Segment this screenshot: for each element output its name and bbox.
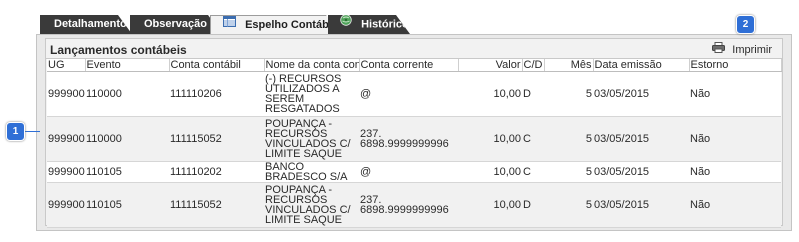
cell-evento: 110105	[85, 161, 169, 183]
cell-ug: 999900	[47, 116, 85, 162]
cell-estorno: Não	[689, 161, 781, 183]
print-label: Imprimir	[732, 43, 772, 56]
table-row[interactable]: 999900 110105 111110202 BANCO BRADESCO S…	[47, 161, 781, 183]
cell-cd: D	[522, 71, 544, 117]
cell-valor: 10,00	[458, 182, 522, 228]
cell-data: 03/05/2015	[593, 161, 689, 183]
cell-nome: POUPANÇA - RECURSOS VINCULADOS C/ LIMITE…	[264, 116, 359, 162]
cell-valor: 10,00	[458, 71, 522, 117]
col-ug[interactable]: UG	[47, 59, 86, 72]
callout-2: 2	[736, 15, 755, 34]
cell-corrente: 237. 6898.9999999996	[359, 182, 458, 228]
cell-nome: (-) RECURSOS UTILIZADOS A SEREM RESGATAD…	[264, 71, 359, 117]
tab-espelho-contabil[interactable]: Espelho Contábil	[210, 15, 340, 34]
callout-1-connector	[24, 131, 40, 132]
cell-cd: D	[522, 182, 544, 228]
cell-mes: 5	[544, 182, 593, 228]
cell-ug: 999900	[47, 161, 85, 183]
cell-ug: 999900	[47, 71, 85, 117]
cell-evento: 110000	[85, 116, 169, 162]
cell-evento: 110105	[85, 182, 169, 228]
cell-conta: 111110206	[169, 71, 264, 117]
tab-observacao-label: Observação	[144, 18, 207, 30]
tab-detalhamento[interactable]: Detalhamento	[40, 15, 132, 34]
table-row[interactable]: 999900 110000 111115052 POUPANÇA - RECUR…	[47, 116, 781, 162]
cell-mes: 5	[544, 71, 593, 117]
tab-historico-label: Histórico	[361, 18, 409, 31]
col-conta-contabil[interactable]: Conta contábil	[169, 59, 265, 72]
cell-corrente: @	[359, 71, 458, 117]
tab-bar: Detalhamento Observação Espelho Contábil	[40, 15, 410, 34]
callout-1: 1	[6, 122, 25, 141]
cell-cd: C	[522, 161, 544, 183]
lancamentos-section: Lançamentos contábeis Imprimir UG Evento…	[45, 38, 783, 228]
cell-nome: BANCO BRADESCO S/A	[264, 161, 359, 183]
cell-cd: C	[522, 116, 544, 162]
col-data-emissao[interactable]: Data emissão	[593, 59, 690, 72]
cell-estorno: Não	[689, 116, 781, 162]
table-row[interactable]: 999900 110000 111110206 (-) RECURSOS UTI…	[47, 71, 781, 117]
col-evento[interactable]: Evento	[85, 59, 170, 72]
cell-mes: 5	[544, 161, 593, 183]
col-mes[interactable]: Mês	[544, 59, 594, 72]
cell-data: 03/05/2015	[593, 116, 689, 162]
cell-conta: 111115052	[169, 182, 264, 228]
cell-nome: POUPANÇA - RECURSOS VINCULADOS C/ LIMITE…	[264, 182, 359, 228]
col-valor[interactable]: Valor	[458, 59, 523, 72]
lancamentos-table: UG Evento Conta contábil Nome da conta c…	[47, 59, 782, 228]
history-globe-icon	[340, 14, 352, 33]
printer-icon	[712, 42, 726, 56]
cell-corrente: 237. 6898.9999999996	[359, 116, 458, 162]
cell-data: 03/05/2015	[593, 71, 689, 117]
cell-estorno: Não	[689, 182, 781, 228]
cell-data: 03/05/2015	[593, 182, 689, 228]
tab-historico[interactable]: Histórico	[328, 15, 410, 34]
cell-corrente: @	[359, 161, 458, 183]
table-header-row: UG Evento Conta contábil Nome da conta c…	[47, 59, 782, 72]
cell-valor: 10,00	[458, 161, 522, 183]
cell-mes: 5	[544, 116, 593, 162]
col-estorno[interactable]: Estorno	[689, 59, 782, 72]
table-row[interactable]: 999900 110105 111115052 POUPANÇA - RECUR…	[47, 182, 781, 228]
cell-estorno: Não	[689, 71, 781, 117]
cell-ug: 999900	[47, 182, 85, 228]
tab-espelho-label: Espelho Contábil	[245, 19, 335, 31]
section-title: Lançamentos contábeis	[50, 43, 187, 57]
cell-conta: 111110202	[169, 161, 264, 183]
col-conta-corrente[interactable]: Conta corrente	[359, 59, 459, 72]
tab-observacao[interactable]: Observação	[130, 15, 222, 34]
tab-detalhamento-label: Detalhamento	[54, 18, 127, 30]
col-cd[interactable]: C/D	[522, 59, 545, 72]
espelho-contabil-panel: Lançamentos contábeis Imprimir UG Evento…	[36, 34, 792, 231]
cell-evento: 110000	[85, 71, 169, 117]
cell-conta: 111115052	[169, 116, 264, 162]
cell-valor: 10,00	[458, 116, 522, 162]
ledger-icon	[223, 15, 236, 33]
col-nome-conta[interactable]: Nome da conta contábil	[264, 59, 360, 72]
print-button[interactable]: Imprimir	[712, 42, 772, 57]
